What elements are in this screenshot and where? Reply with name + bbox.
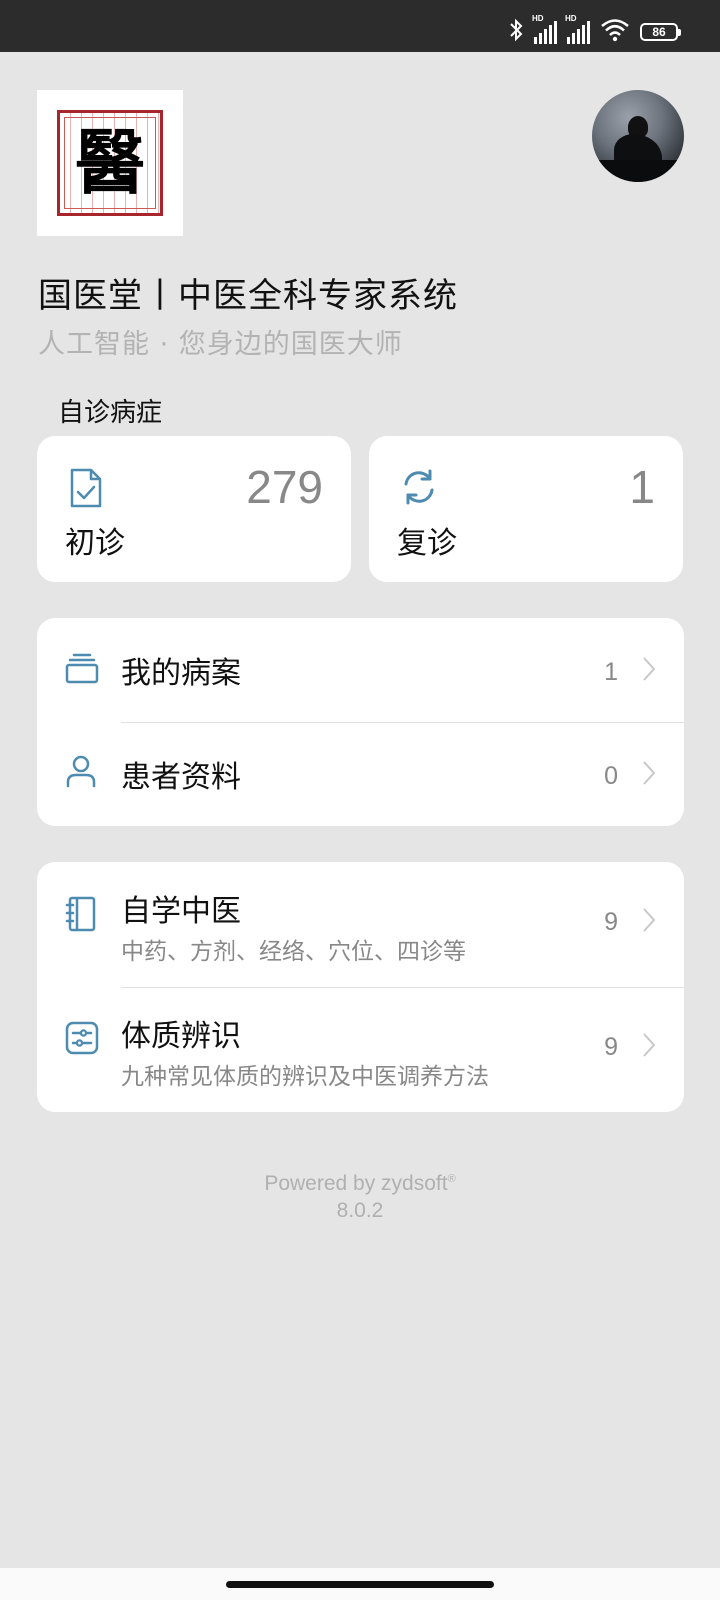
list-item-my-cases[interactable]: 我的病案 1 bbox=[37, 618, 684, 722]
self-study-count: 9 bbox=[604, 908, 618, 936]
constitution-label: 体质辨识 bbox=[121, 1019, 241, 1054]
self-diagnosis-label: 自诊病症 bbox=[58, 398, 163, 428]
powered-by-text: Powered by zydsoft® bbox=[264, 1172, 456, 1195]
signal-strength-icon: HD bbox=[532, 14, 557, 44]
app-subtitle: 人工智能 · 您身边的国医大师 bbox=[38, 329, 403, 360]
follow-up-visit-label: 复诊 bbox=[397, 526, 457, 561]
refresh-icon bbox=[399, 467, 439, 511]
person-icon bbox=[65, 754, 97, 792]
chevron-right-icon bbox=[642, 1032, 656, 1062]
wifi-icon bbox=[600, 18, 630, 46]
follow-up-visit-count: 1 bbox=[629, 461, 655, 513]
list-item-patient-info[interactable]: 患者资料 0 bbox=[37, 722, 684, 826]
document-check-icon bbox=[67, 467, 105, 513]
self-study-description: 中药、方剂、经络、穴位、四诊等 bbox=[121, 939, 466, 965]
learning-card: 自学中医 中药、方剂、经络、穴位、四诊等 9 体质辨识 九种常见体质的辨识及中医… bbox=[37, 862, 684, 1112]
status-icons: HD HD 86 bbox=[508, 14, 681, 47]
my-cases-label: 我的病案 bbox=[121, 656, 241, 691]
constitution-count: 9 bbox=[604, 1033, 618, 1061]
first-visit-count: 279 bbox=[246, 461, 323, 513]
first-visit-label: 初诊 bbox=[65, 526, 125, 561]
list-item-self-study[interactable]: 自学中医 中药、方剂、经络、穴位、四诊等 9 bbox=[37, 862, 684, 987]
follow-up-visit-card[interactable]: 复诊 1 bbox=[369, 436, 683, 582]
chevron-right-icon bbox=[642, 760, 656, 790]
patient-info-label: 患者资料 bbox=[121, 760, 241, 795]
constitution-description: 九种常见体质的辨识及中医调养方法 bbox=[121, 1064, 489, 1090]
chevron-right-icon bbox=[642, 907, 656, 937]
logo-character: 醫 bbox=[75, 121, 145, 204]
notebook-icon bbox=[65, 896, 97, 936]
my-cases-count: 1 bbox=[604, 658, 618, 686]
sliders-icon bbox=[65, 1021, 99, 1059]
version-text: 8.0.2 bbox=[336, 1199, 384, 1222]
logo-inner: 醫 bbox=[64, 117, 156, 209]
signal-strength-icon: HD bbox=[565, 14, 590, 44]
app-title: 国医堂丨中医全科专家系统 bbox=[38, 276, 458, 316]
chevron-right-icon bbox=[642, 656, 656, 686]
list-item-constitution[interactable]: 体质辨识 九种常见体质的辨识及中医调养方法 9 bbox=[37, 987, 684, 1112]
patient-info-count: 0 bbox=[604, 762, 618, 790]
home-indicator[interactable] bbox=[226, 1581, 494, 1588]
battery-indicator: 86 bbox=[640, 23, 681, 41]
navigation-bar bbox=[0, 1568, 720, 1600]
bluetooth-icon bbox=[508, 17, 524, 47]
logo-frame: 醫 bbox=[57, 110, 163, 216]
folder-stack-icon bbox=[65, 652, 99, 688]
self-study-label: 自学中医 bbox=[121, 894, 241, 929]
user-avatar[interactable] bbox=[592, 90, 684, 182]
status-bar: HD HD 86 bbox=[0, 0, 720, 52]
first-visit-card[interactable]: 初诊 279 bbox=[37, 436, 351, 582]
app-logo: 醫 bbox=[37, 90, 183, 236]
records-card: 我的病案 1 患者资料 0 bbox=[37, 618, 684, 826]
